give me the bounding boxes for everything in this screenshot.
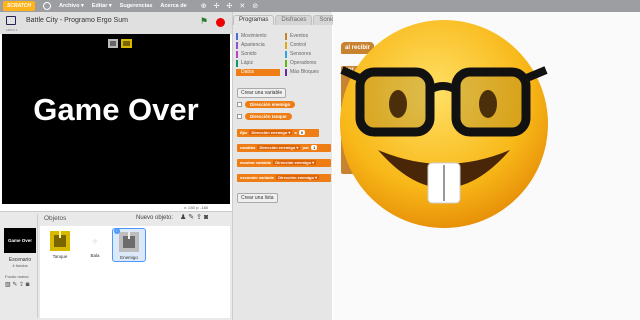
stage-backdrop-count: 4 fondos [12,263,28,268]
new-sprite-icons: ♟✎⇪◙ [180,213,210,221]
nerd-face-emoji-icon [340,20,548,228]
block-text: por [302,145,309,150]
green-flag-icon[interactable]: ⚑ [200,17,208,26]
menu-archivo[interactable]: Archivo ▾ [59,3,84,9]
variable-reporter[interactable]: Dirección enemigo [245,101,296,108]
make-list-button[interactable]: Crear una lista [237,193,278,203]
delete-tool-icon[interactable]: ✢ [214,2,220,10]
sprite-upload-icon[interactable]: ⇪ [196,214,204,221]
value-input[interactable]: 0 [298,130,306,135]
tab-disfraces[interactable]: Disfraces [275,15,313,25]
stage[interactable]: Game Over [2,34,230,204]
block-text: cambiar [240,145,256,150]
sprites-label: Objetos [44,215,67,222]
sprite-name: Bala [90,253,100,258]
variable-dropdown[interactable]: Dirección enemigo ▾ [273,160,317,165]
make-variable-button[interactable]: Crear una variable [237,88,287,98]
new-backdrop-icons: ▨ ✎ ⇪ ◙ [5,281,29,288]
editor-tabs: Programas Disfraces Sonidos [233,15,348,25]
category-mas-bloques[interactable]: Más Bloques [285,69,329,76]
change-variable-block[interactable]: cambiar Dirección enemigo ▾ por 1 [237,144,331,152]
sprite-pane: Game Over Escenario 4 fondos Fondo nuevo… [0,211,232,320]
sprite-name: Enemigo [120,255,138,260]
duplicate-tool-icon[interactable]: ⊕ [201,2,207,10]
variable-reporter[interactable]: Dirección tanque [245,113,292,120]
menu-acerca-de[interactable]: Acerca de [160,3,186,9]
backdrop-upload-icon[interactable]: ⇪ [19,282,24,288]
language-globe-icon[interactable] [43,2,51,10]
block-text: esconder variable [240,175,275,180]
sprite-list: Tanque ✧ Bala i Enemigo [40,226,230,318]
game-over-text: Game Over [33,92,199,127]
category-datos[interactable]: Datos [236,69,280,76]
shrink-tool-icon[interactable]: ✕ [239,2,245,10]
sprite-paint-icon[interactable]: ✎ [188,214,196,221]
category-control[interactable]: Control [285,42,329,49]
mouse-coordinates: x: 240 y: -160 [184,205,209,210]
sprite-name: Tanque [52,254,68,259]
block-text: mostrar variable [240,160,272,165]
menu-sugerencias[interactable]: Sugerencias [120,3,153,9]
fullscreen-icon[interactable] [6,16,16,25]
project-version: v456.0.1 [6,28,18,32]
value-input[interactable]: 1 [311,145,318,150]
stage-header: Battle City - Programo Ergo Sum v456.0.1… [0,12,232,34]
variable-dropdown[interactable]: Dirección enemigo ▾ [276,175,320,180]
tab-programas[interactable]: Programas [233,15,275,25]
block-text: fijar [240,130,248,135]
variable-dropdown[interactable]: Dirección enemigo ▾ [249,130,293,135]
set-variable-block[interactable]: fijar Dirección enemigo ▾ a 0 [237,129,319,137]
sprite-camera-icon[interactable]: ◙ [204,214,210,221]
bullet-icon: ✧ [91,236,99,246]
help-tool-icon[interactable]: ⊘ [252,2,258,10]
backdrop-library-icon[interactable]: ▨ [5,282,11,288]
variable-checkbox[interactable] [237,114,242,119]
stop-icon[interactable] [216,18,225,27]
enemy-tank-icon [119,231,139,252]
category-sonido[interactable]: Sonido [236,51,280,58]
block-text: a [294,130,297,135]
category-movimiento[interactable]: Movimiento [236,33,280,40]
menu-editar[interactable]: Editar ▾ [92,3,112,9]
sprite-bala[interactable]: ✧ Bala [78,228,112,262]
hide-variable-block[interactable]: esconder variable Dirección enemigo ▾ [237,174,331,182]
tank-sprite-icon[interactable] [107,38,133,49]
sprite-tanque[interactable]: Tanque [43,228,77,262]
variable-dropdown[interactable]: Dirección enemigo ▾ [257,145,301,150]
project-title[interactable]: Battle City - Programo Ergo Sum [26,17,128,24]
grow-tool-icon[interactable]: ✣ [226,2,232,10]
category-sensores[interactable]: Sensores [285,51,329,58]
new-sprite-label: Nuevo objeto: [136,215,174,221]
backdrop-camera-icon[interactable]: ◙ [26,282,30,288]
show-variable-block[interactable]: mostrar variable Dirección enemigo ▾ [237,159,331,167]
variable-checkbox[interactable] [237,102,242,107]
block-palette: Programas Disfraces Sonidos Movimiento A… [232,12,348,320]
category-apariencia[interactable]: Apariencia [236,42,280,49]
stage-thumbnail-panel[interactable]: Game Over Escenario 4 fondos Fondo nuevo… [2,214,38,318]
tank-icon [50,230,70,251]
menu-bar: SCRATCH Archivo ▾ Editar ▾ Sugerencias A… [0,0,640,12]
backdrop-paint-icon[interactable]: ✎ [12,282,17,288]
category-eventos[interactable]: Eventos [285,33,329,40]
stage-thumbnail[interactable]: Game Over [4,228,36,253]
sprite-info-icon[interactable]: i [114,228,120,234]
new-backdrop-label: Fondo nuevo: [5,274,30,279]
category-lapiz[interactable]: Lápiz [236,60,280,67]
sprite-enemigo[interactable]: i Enemigo [112,228,146,262]
category-operadores[interactable]: Operadores [285,60,329,67]
scratch-logo[interactable]: SCRATCH [3,1,35,11]
